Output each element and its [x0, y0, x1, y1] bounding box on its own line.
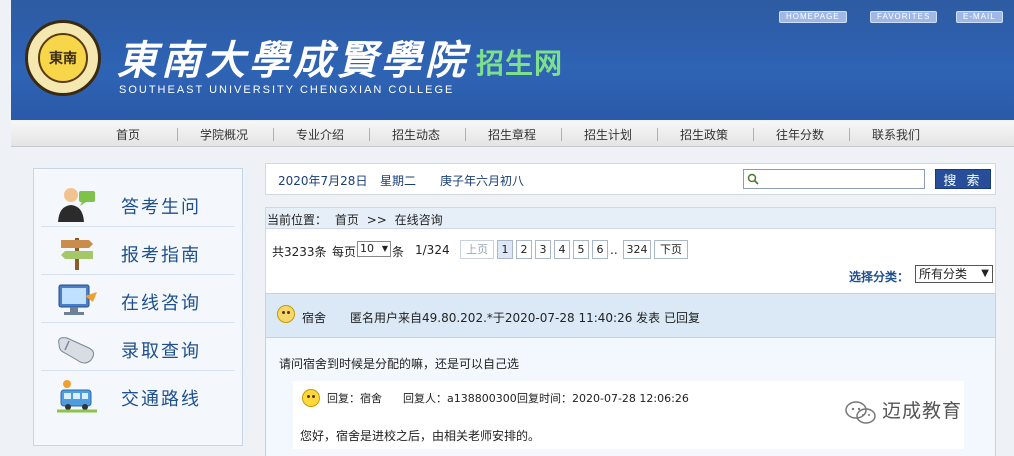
logo-text: 東南: [49, 51, 77, 67]
sidebar-label: 交通路线: [121, 389, 201, 410]
nav-charter[interactable]: 招生章程: [488, 126, 536, 143]
main-nav: 首页 学院概况 专业介绍 招生动态 招生章程 招生计划 招生政策 往年分数 联系…: [11, 121, 1014, 147]
category-select[interactable]: 所有分类 ▼: [915, 265, 993, 283]
college-name-cn: 東南大學成賢學院: [117, 37, 469, 84]
page-ellipsis: ..: [610, 243, 618, 257]
signpost-icon: [61, 238, 93, 270]
lunar-date: 庚子年六月初八: [440, 174, 525, 188]
page-button[interactable]: 1: [497, 240, 513, 259]
reply-title: 回复：宿舍: [327, 392, 382, 405]
search-button[interactable]: 搜 索: [935, 169, 991, 189]
current-weekday: 星期二: [380, 174, 417, 188]
date-search-bar: 2020年7月28日 星期二 庚子年六月初八 搜 索: [265, 163, 996, 195]
last-page-button[interactable]: 324: [623, 240, 651, 259]
page-button[interactable]: 6: [592, 240, 608, 259]
category-select-value: 所有分类: [919, 267, 968, 281]
chevron-down-icon: ▼: [981, 268, 989, 279]
breadcrumb-prefix: 当前位置：: [267, 213, 328, 227]
page-button[interactable]: 4: [554, 240, 570, 259]
watermark: 迈成教育: [882, 400, 963, 422]
logo-emblem: 東南: [38, 33, 88, 83]
university-logo[interactable]: 東南: [25, 20, 101, 96]
current-date: 2020年7月28日: [278, 174, 368, 188]
breadcrumb-separator: >>: [366, 213, 387, 227]
per-page-label: 每页: [332, 245, 357, 259]
per-page-select[interactable]: 10 ▼: [357, 241, 391, 257]
nav-majors[interactable]: 专业介绍: [296, 126, 344, 143]
search-icon: [747, 173, 759, 185]
nav-policy[interactable]: 招生政策: [680, 126, 728, 143]
per-page-value: 10: [360, 242, 374, 255]
sidebar-item-admission[interactable]: 录取查询: [41, 325, 235, 371]
person-icon: [58, 188, 95, 222]
sidebar-item-transport[interactable]: 交通路线: [41, 373, 235, 419]
favorites-link[interactable]: FAVORITES: [870, 11, 938, 23]
nav-home[interactable]: 首页: [116, 126, 140, 143]
monitor-icon: [58, 284, 97, 315]
nav-news[interactable]: 招生动态: [392, 126, 440, 143]
email-link[interactable]: E-MAIL: [956, 11, 1003, 23]
nav-divider: [849, 128, 850, 141]
category-filter-label: 选择分类：: [849, 270, 910, 284]
nav-divider: [753, 128, 754, 141]
smiley-icon: [302, 389, 320, 407]
sidebar-label: 报考指南: [121, 245, 201, 266]
reply-content: 您好，宿舍是进校之后，由相关老师安排的。: [300, 429, 541, 443]
nav-divider: [177, 128, 178, 141]
next-page-button[interactable]: 下页: [654, 240, 688, 259]
breadcrumb-home[interactable]: 首页: [335, 213, 359, 227]
pagination-bar: 共3233条 每页 10 ▼ 条 1/324 上页 1 2 3 4 5 6 ..…: [265, 229, 996, 293]
nav-divider: [561, 128, 562, 141]
nav-divider: [369, 128, 370, 141]
sidebar-label: 在线咨询: [121, 293, 201, 314]
message-header: 宿舍 匿名用户来自49.80.202.*于2020-07-28 11:40:26…: [265, 293, 996, 338]
site-name: 招生网: [476, 47, 564, 80]
wechat-icon: [845, 401, 876, 424]
search-input[interactable]: [743, 169, 925, 189]
page-button[interactable]: 2: [516, 240, 532, 259]
nav-about[interactable]: 学院概况: [200, 126, 248, 143]
nav-divider: [465, 128, 466, 141]
chevron-down-icon: ▼: [381, 244, 388, 253]
nav-divider: [657, 128, 658, 141]
site-header: 東南 東南大學成賢學院 SOUTHEAST UNIVERSITY CHENGXI…: [11, 0, 1014, 120]
sidebar: 答考生问 报考指南 在线咨询 录取查询 交通路线: [33, 168, 243, 446]
nav-contact[interactable]: 联系我们: [872, 126, 920, 143]
sidebar-item-guide[interactable]: 报考指南: [41, 229, 235, 275]
nav-plan[interactable]: 招生计划: [584, 126, 632, 143]
question-text: 请问宿舍到时候是分配的嘛，还是可以自己选: [279, 357, 520, 371]
breadcrumb-current: 在线咨询: [394, 213, 443, 227]
sidebar-item-faq[interactable]: 答考生问: [41, 181, 235, 227]
nav-divider: [273, 128, 274, 141]
homepage-link[interactable]: HOMEPAGE: [779, 11, 847, 23]
sidebar-label: 答考生问: [121, 197, 201, 218]
message-category: 宿舍: [302, 311, 327, 325]
breadcrumb: 当前位置： 首页 >> 在线咨询: [265, 207, 996, 229]
replier: 回复人：a138800300: [403, 392, 517, 405]
page-button[interactable]: 5: [573, 240, 589, 259]
nav-scores[interactable]: 往年分数: [776, 126, 824, 143]
mouse-icon: [58, 337, 95, 364]
sidebar-label: 录取查询: [121, 341, 201, 362]
reply-time: 回复时间：2020-07-28 12:06:26: [517, 392, 689, 405]
page-button[interactable]: 3: [535, 240, 551, 259]
message-meta: 匿名用户来自49.80.202.*于2020-07-28 11:40:26 发表…: [350, 311, 700, 325]
bus-icon: [57, 380, 97, 413]
per-page-unit: 条: [392, 245, 405, 259]
emoji-face-icon: [277, 305, 295, 323]
total-count: 共3233条: [272, 245, 327, 259]
sidebar-item-consult[interactable]: 在线咨询: [41, 277, 235, 323]
college-name-en: SOUTHEAST UNIVERSITY CHENGXIAN COLLEGE: [119, 84, 455, 96]
prev-page-button[interactable]: 上页: [460, 240, 494, 259]
page-info: 1/324: [415, 243, 450, 257]
